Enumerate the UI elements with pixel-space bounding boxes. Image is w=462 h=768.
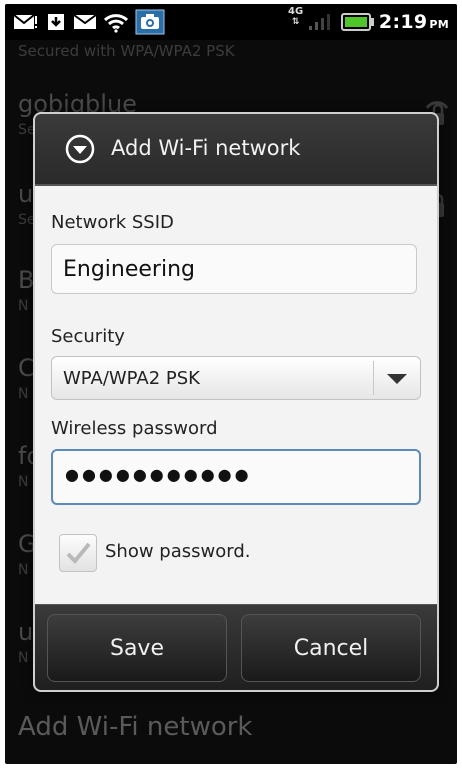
network-security-text: N bbox=[18, 386, 29, 402]
camera-icon bbox=[135, 9, 165, 35]
save-button[interactable]: Save bbox=[47, 614, 227, 682]
network-security-text: N bbox=[18, 650, 29, 666]
network-security-text: Se bbox=[18, 122, 36, 138]
security-dropdown[interactable]: WPA/WPA2 PSK bbox=[51, 356, 421, 400]
network-type-badge: 4G ⇅ bbox=[288, 6, 304, 28]
status-bar: 4G ⇅ 2:19 PM bbox=[5, 4, 457, 40]
checkmark-icon bbox=[66, 542, 91, 564]
security-label: Security bbox=[51, 326, 125, 347]
network-security-text: Se bbox=[18, 212, 36, 228]
network-name: B bbox=[18, 266, 35, 294]
ssid-input[interactable]: Engineering bbox=[51, 244, 417, 294]
signal-icon bbox=[308, 12, 332, 32]
dialog-button-bar: Save Cancel bbox=[35, 604, 437, 690]
show-password-label[interactable]: Show password. bbox=[105, 541, 250, 562]
ssid-label: Network SSID bbox=[51, 212, 174, 233]
dialog-title: Add Wi-Fi network bbox=[111, 136, 301, 160]
show-password-checkbox[interactable] bbox=[59, 534, 97, 572]
email-icon bbox=[73, 12, 97, 32]
network-name: C bbox=[18, 354, 35, 382]
wifi-icon bbox=[103, 12, 129, 33]
network-security-text: Secured with WPA/WPA2 PSK bbox=[18, 42, 235, 60]
password-label: Wireless password bbox=[51, 418, 218, 439]
save-button-label: Save bbox=[109, 635, 164, 661]
phone-screen: 4G ⇅ 2:19 PM Secured with WPA/WPA2 PSK go… bbox=[5, 4, 457, 764]
dropdown-arrow-icon[interactable] bbox=[385, 371, 409, 387]
security-selected-value: WPA/WPA2 PSK bbox=[63, 368, 200, 389]
clock: 2:19 PM bbox=[378, 11, 449, 33]
network-security-text: N bbox=[18, 474, 29, 490]
download-icon bbox=[45, 12, 67, 32]
password-input[interactable]: ●●●●●●●●●●● bbox=[51, 449, 421, 505]
network-name: u bbox=[18, 180, 34, 208]
chevron-down-circle-icon bbox=[65, 134, 95, 164]
add-wifi-dialog: Add Wi-Fi network Network SSID Engineeri… bbox=[35, 114, 437, 690]
dialog-header: Add Wi-Fi network bbox=[35, 114, 437, 186]
add-wifi-network-item[interactable]: Add Wi-Fi network bbox=[18, 712, 252, 742]
battery-icon bbox=[341, 12, 375, 32]
ssid-value: Engineering bbox=[63, 257, 195, 282]
network-name: u bbox=[18, 618, 34, 646]
cancel-button-label: Cancel bbox=[293, 635, 369, 661]
network-name: G bbox=[18, 530, 37, 558]
network-security-text: N bbox=[18, 298, 29, 314]
gmail-icon bbox=[13, 12, 39, 32]
dropdown-divider bbox=[373, 361, 374, 395]
password-value: ●●●●●●●●●●● bbox=[65, 465, 252, 484]
network-security-text: N bbox=[18, 562, 29, 578]
cancel-button[interactable]: Cancel bbox=[241, 614, 421, 682]
